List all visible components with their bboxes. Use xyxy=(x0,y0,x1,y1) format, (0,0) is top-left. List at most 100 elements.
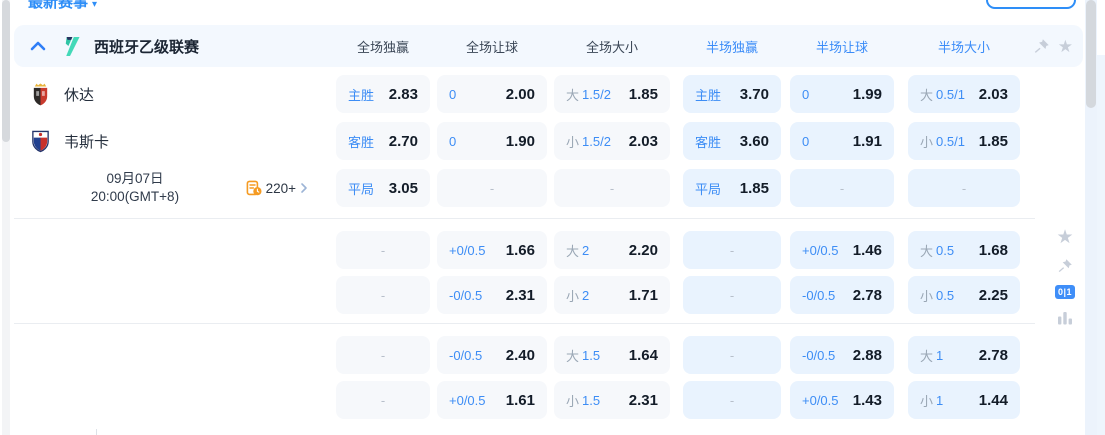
ou-direction: 小 xyxy=(920,288,934,304)
league-header: 西班牙乙级联赛 全场独赢 全场让球 全场大小 半场独赢 半场让球 半场大小 ★ xyxy=(14,25,1083,67)
odds-cell-ft-handicap[interactable]: -0/0.5 2.31 xyxy=(437,276,547,314)
column-header-ht-overunder: 半场大小 xyxy=(937,39,990,55)
stats-bar-chart-icon[interactable] xyxy=(1057,310,1073,325)
home-team[interactable]: 休达 xyxy=(14,82,336,107)
away-team[interactable]: 韦斯卡 xyxy=(14,129,336,154)
odds-label-group: 小 0.5/1 xyxy=(920,132,965,151)
odds-cell-empty: - xyxy=(336,381,430,419)
odds-value: 2.40 xyxy=(505,346,535,364)
odds-cell-ht-under[interactable]: 小 1 1.44 xyxy=(908,381,1020,419)
odds-label: 主胜 xyxy=(695,87,722,103)
odds-value: 2.03 xyxy=(628,132,658,150)
cutoff-pill-button[interactable] xyxy=(986,0,1076,9)
league-header-icons: ★ xyxy=(1033,38,1083,55)
odds-cell-ht-handicap-home[interactable]: 0 1.99 xyxy=(790,75,894,113)
odds-cell-empty: - xyxy=(683,381,781,419)
match-date: 09月07日 xyxy=(106,171,164,187)
odds-cell-ht-handicap[interactable]: -0/0.5 2.78 xyxy=(790,276,894,314)
ou-line: 1.5/2 xyxy=(582,86,611,102)
odds-value: 1.90 xyxy=(505,132,535,150)
favorite-star-icon[interactable]: ★ xyxy=(1058,38,1073,55)
chevron-right-icon xyxy=(300,182,308,194)
odds-cell-ht-handicap[interactable]: +0/0.5 1.43 xyxy=(790,381,894,419)
odds-row-away: 韦斯卡 客胜 2.70 0 1.90 小 1.5/2 2.03 客胜 3.60 0 1.91… xyxy=(14,122,1083,160)
no-odds: - xyxy=(380,242,386,258)
favorite-star-icon[interactable]: ★ xyxy=(1056,228,1073,247)
odds-cell-ft-handicap[interactable]: +0/0.5 1.61 xyxy=(437,381,547,419)
odds-value: 1.61 xyxy=(505,391,535,409)
odds-cell-ht-home-win[interactable]: 主胜 3.70 xyxy=(683,75,781,113)
odds-value: 3.70 xyxy=(739,85,769,103)
odds-cell-empty: - xyxy=(683,231,781,269)
collapse-chevron-up-icon[interactable] xyxy=(30,41,48,51)
odds-value: 2.70 xyxy=(388,132,418,150)
odds-label-group: 小2 xyxy=(566,286,589,305)
ou-line: 0.5/1 xyxy=(936,86,965,102)
odds-cell-ft-under[interactable]: 小 1.5/2 2.03 xyxy=(554,122,670,160)
score-toggle-badge[interactable]: 0|1 xyxy=(1054,285,1076,299)
odds-cell-ht-under[interactable]: 小 0.5/1 1.85 xyxy=(908,122,1020,160)
odds-value: 1.43 xyxy=(852,391,882,409)
odds-cell-ft-handicap[interactable]: +0/0.5 1.66 xyxy=(437,231,547,269)
ou-line: 0.5/1 xyxy=(936,133,965,149)
no-odds: - xyxy=(729,347,735,363)
odds-cell-ft-home-win[interactable]: 主胜 2.83 xyxy=(336,75,430,113)
odds-label: 主胜 xyxy=(348,87,375,103)
odds-value: 2.78 xyxy=(978,346,1008,364)
odds-cell-ht-handicap-away[interactable]: 0 1.91 xyxy=(790,122,894,160)
odds-cell-ft-handicap-home[interactable]: 0 2.00 xyxy=(437,75,547,113)
odds-cell-ht-over[interactable]: 大 0.5/1 2.03 xyxy=(908,75,1020,113)
pin-icon[interactable] xyxy=(1033,38,1050,55)
odds-cell-ht-over[interactable]: 大 0.5 1.68 xyxy=(908,231,1020,269)
odds-cell-ft-over[interactable]: 大 1.5 1.64 xyxy=(554,336,670,374)
markets-count: 220+ xyxy=(265,180,296,196)
odds-cell-ft-draw[interactable]: 平局 3.05 xyxy=(336,169,430,207)
pin-icon[interactable] xyxy=(1057,258,1073,274)
odds-cell-ft-under[interactable]: 小 2 1.71 xyxy=(554,276,670,314)
caret-down-icon: ▾ xyxy=(92,0,98,10)
odds-cell-empty: - xyxy=(437,169,547,207)
odds-value: 1.71 xyxy=(628,286,658,304)
match-info: 09月07日 20:00(GMT+8) 220+ xyxy=(14,170,336,206)
odds-value: 1.64 xyxy=(628,346,658,364)
odds-cell-ft-under[interactable]: 小 1.5 2.31 xyxy=(554,381,670,419)
home-team-name: 休达 xyxy=(64,86,95,104)
odds-label-group: 大 1.5 xyxy=(566,346,600,365)
no-odds: - xyxy=(380,392,386,408)
ou-line: 1.5/2 xyxy=(582,133,611,149)
odds-row-home: 休达 主胜 2.83 0 2.00 大 1.5/2 1.85 主胜 3.70 0 1.99 … xyxy=(14,75,1083,113)
odds-cell-ht-handicap[interactable]: -0/0.5 2.88 xyxy=(790,336,894,374)
odds-label-group: 小 0.5 xyxy=(920,286,954,305)
odds-cell-ft-handicap[interactable]: -0/0.5 2.40 xyxy=(437,336,547,374)
odds-cell-ht-over[interactable]: 大 1 2.78 xyxy=(908,336,1020,374)
odds-value: 2.20 xyxy=(628,241,658,259)
odds-cell-ft-over[interactable]: 大 1.5/2 1.85 xyxy=(554,75,670,113)
odds-cell-ft-over[interactable]: 大 2 2.20 xyxy=(554,231,670,269)
odds-cell-ft-handicap-away[interactable]: 0 1.90 xyxy=(437,122,547,160)
odds-label: 0 xyxy=(802,86,810,102)
odds-label-group: 小1 xyxy=(920,391,943,410)
odds-cell-ft-away-win[interactable]: 客胜 2.70 xyxy=(336,122,430,160)
odds-label: +0/0.5 xyxy=(802,242,839,258)
column-header-ht-1x2: 半场独赢 xyxy=(705,39,758,55)
cutoff-section-label[interactable]: 最新赛事 ▾ xyxy=(28,0,97,12)
odds-cell-ht-handicap[interactable]: +0/0.5 1.46 xyxy=(790,231,894,269)
no-odds: - xyxy=(729,392,735,408)
odds-row-alt-1: - +0/0.5 1.66 大 2 2.20 - +0/0.5 1.46 大 0.5 1.6… xyxy=(14,231,1083,269)
more-markets-link[interactable]: 220+ xyxy=(246,180,308,196)
away-team-name: 韦斯卡 xyxy=(64,133,110,151)
column-header-ft-handicap: 全场让球 xyxy=(465,39,518,55)
odds-value: 1.44 xyxy=(978,391,1008,409)
odds-cell-ht-under[interactable]: 小 0.5 2.25 xyxy=(908,276,1020,314)
odds-cell-empty: - xyxy=(336,276,430,314)
odds-label: -0/0.5 xyxy=(449,287,483,303)
odds-cell-ht-draw[interactable]: 平局 1.85 xyxy=(683,169,781,207)
odds-label-group: 大2 xyxy=(566,241,589,260)
left-scrollbar-thumb[interactable] xyxy=(2,0,10,142)
odds-cell-ht-away-win[interactable]: 客胜 3.60 xyxy=(683,122,781,160)
ou-direction: 大 xyxy=(920,243,934,259)
right-scrollbar-thumb[interactable] xyxy=(1086,0,1096,108)
odds-cell-empty: - xyxy=(683,276,781,314)
odds-label: -0/0.5 xyxy=(802,347,836,363)
league-name: 西班牙乙级联赛 xyxy=(94,38,200,56)
